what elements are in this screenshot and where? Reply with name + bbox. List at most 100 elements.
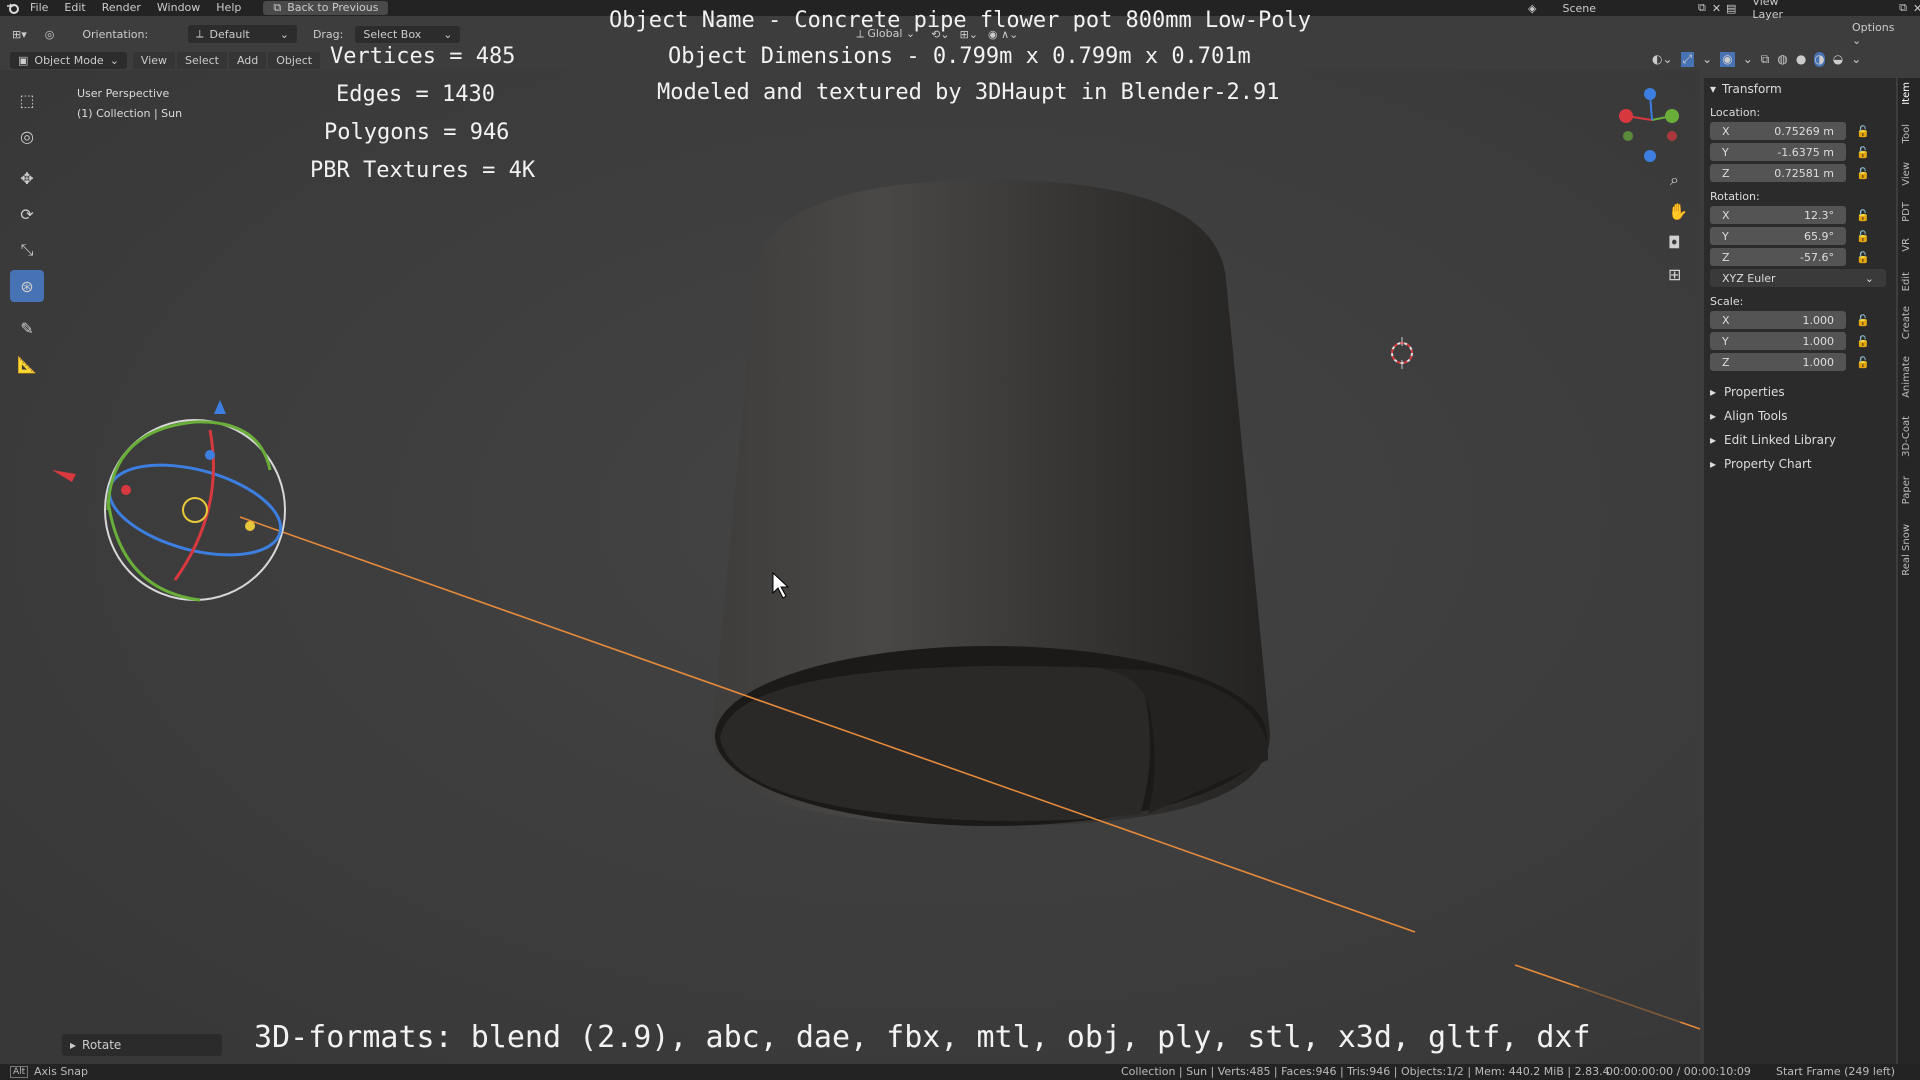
view-layer-selector[interactable]: ▤ View Layer ⧉ ✕ [1726,0,1920,21]
scene-selector[interactable]: ◈ Scene ⧉ ✕ [1528,0,1721,16]
cursor-tool-icon[interactable]: ◎ [10,120,44,152]
orientation-dropdown[interactable]: ⟂ Default ⌄ [188,25,297,43]
rotation-x-field[interactable]: X 12.3° [1710,206,1846,224]
tab-item[interactable]: Item [1901,82,1912,105]
tab-real-snow[interactable]: Real Snow [1901,524,1912,576]
options-dropdown[interactable]: Options ⌄ [1852,21,1894,47]
tab-view[interactable]: View [1901,162,1912,186]
editor-type-icon[interactable]: ⊞▾ [12,28,27,41]
visibility-icon[interactable]: ◐⌄ [1652,52,1673,67]
gizmo-toggle-icon[interactable]: ⤢ [1680,52,1695,67]
lock-icon[interactable]: 🔓 [1856,209,1870,222]
perspective-grid-icon[interactable]: ⊞ [1668,265,1681,284]
move-tool-icon[interactable]: ✥ [10,162,44,194]
tab-vr[interactable]: VR [1901,238,1912,252]
rotation-mode-dropdown[interactable]: XYZ Euler ⌄ [1710,269,1886,287]
tab-create[interactable]: Create [1901,306,1912,339]
section-label: Align Tools [1724,409,1788,423]
scale-x-field[interactable]: X 1.000 [1710,311,1846,329]
zoom-icon[interactable]: ⌕ [1670,170,1679,189]
transform-tool-icon[interactable]: ⊛ [10,270,44,302]
menu-select[interactable]: Select [177,51,227,69]
tab-pdt[interactable]: PDT [1901,202,1912,222]
tab-tool[interactable]: Tool [1901,124,1912,143]
scene-statistics: Collection | Sun | Verts:485 | Faces:946… [1121,1065,1610,1078]
rotation-z-field[interactable]: Z -57.6° [1710,248,1846,266]
select-box-tool-icon[interactable]: ⬚ [10,84,44,116]
vertices-count-text: Vertices = 485 [330,44,516,69]
properties-section[interactable]: ▸ Properties [1710,385,1896,399]
axis-label: X [1722,313,1730,327]
lock-icon[interactable]: 🔓 [1856,167,1870,180]
lock-icon[interactable]: 🔓 [1856,314,1870,327]
xray-icon[interactable]: ⧉ [1761,52,1770,67]
expand-arrow-icon: ▸ [1710,409,1717,423]
flower-pot-object[interactable] [712,180,1270,826]
lock-icon[interactable]: 🔓 [1856,251,1870,264]
tab-3d-coat[interactable]: 3D-Coat [1901,416,1912,457]
rotate-tool-icon[interactable]: ⟳ [10,198,44,230]
chevron-down-icon: ⌄ [443,27,453,41]
menu-edit[interactable]: Edit [56,0,93,16]
wireframe-shading-icon[interactable]: ◍ [1777,52,1787,67]
solid-shading-icon[interactable]: ● [1796,52,1806,67]
camera-icon[interactable]: ◘ [1668,233,1681,252]
navigation-overlay-circle [1578,913,1700,1037]
view-layer-name: View Layer [1752,0,1784,21]
menu-object[interactable]: Object [268,51,321,69]
chevron-down-icon[interactable]: ⌄ [1702,52,1712,67]
back-to-previous-button[interactable]: ⧉ Back to Previous [263,1,389,15]
location-y-field[interactable]: Y -1.6375 m [1710,143,1846,161]
scale-z-value: 1.000 [1802,355,1835,369]
section-label: Properties [1724,385,1785,399]
tool-icon[interactable]: ◎ [45,28,55,41]
blender-logo-icon[interactable] [4,0,22,16]
delete-view-layer-icon[interactable]: ✕ [1913,2,1920,15]
new-view-layer-icon[interactable]: ⧉ [1899,1,1907,15]
lock-icon[interactable]: 🔓 [1856,146,1870,159]
menu-help[interactable]: Help [208,0,249,16]
viewport-canvas[interactable]: ⌕ ✋ ◘ ⊞ [0,70,1700,1064]
overlays-toggle-icon[interactable]: ◉ [1720,52,1735,67]
axis-label: X [1722,124,1730,138]
rotation-y-field[interactable]: Y 65.9° [1710,227,1846,245]
axis-label: Y [1722,229,1729,243]
menu-file[interactable]: File [22,0,56,16]
scale-y-field[interactable]: Y 1.000 [1710,332,1846,350]
menu-add[interactable]: Add [228,51,267,69]
scale-z-field[interactable]: Z 1.000 [1710,353,1846,371]
annotate-tool-icon[interactable]: ✎ [10,312,44,344]
scale-tool-icon[interactable]: ⤡ [10,234,44,266]
menu-view[interactable]: View [132,51,176,69]
orientation-label: Orientation: [82,27,149,41]
lock-icon[interactable]: 🔓 [1856,335,1870,348]
lock-icon[interactable]: 🔓 [1856,125,1870,138]
transform-section-header[interactable]: ▾ Transform [1704,82,1896,96]
tab-paper[interactable]: Paper [1901,476,1912,504]
expand-arrow-icon: ▸ [1710,457,1717,471]
material-shading-icon[interactable]: ◑ [1814,52,1825,67]
chevron-down-icon[interactable]: ⌄ [1743,52,1753,67]
lock-icon[interactable]: 🔓 [1856,230,1870,243]
last-operator-panel[interactable]: ▸ Rotate [62,1034,222,1056]
menu-window[interactable]: Window [149,0,208,16]
delete-scene-icon[interactable]: ✕ [1712,2,1721,15]
tab-animate[interactable]: Animate [1901,356,1912,398]
mode-dropdown[interactable]: ▣ Object Mode ⌄ [10,51,127,69]
chevron-down-icon: ⌄ [279,27,289,41]
rendered-shading-icon[interactable]: ◒ [1833,52,1843,67]
new-scene-icon[interactable]: ⧉ [1698,1,1706,15]
edit-linked-library-section[interactable]: ▸ Edit Linked Library [1710,433,1896,447]
tab-edit[interactable]: Edit [1901,272,1912,291]
property-chart-section[interactable]: ▸ Property Chart [1710,457,1896,471]
menu-render[interactable]: Render [94,0,149,16]
active-collection-label: (1) Collection | Sun [77,107,183,120]
location-x-field[interactable]: X 0.75269 m [1710,122,1846,140]
align-tools-section[interactable]: ▸ Align Tools [1710,409,1896,423]
shading-options-icon[interactable]: ⌄ [1851,52,1861,67]
drag-dropdown[interactable]: Select Box ⌄ [355,25,461,43]
measure-tool-icon[interactable]: 📐 [10,348,44,380]
location-z-field[interactable]: Z 0.72581 m [1710,164,1846,182]
lock-icon[interactable]: 🔓 [1856,356,1870,369]
pan-hand-icon[interactable]: ✋ [1668,202,1688,221]
